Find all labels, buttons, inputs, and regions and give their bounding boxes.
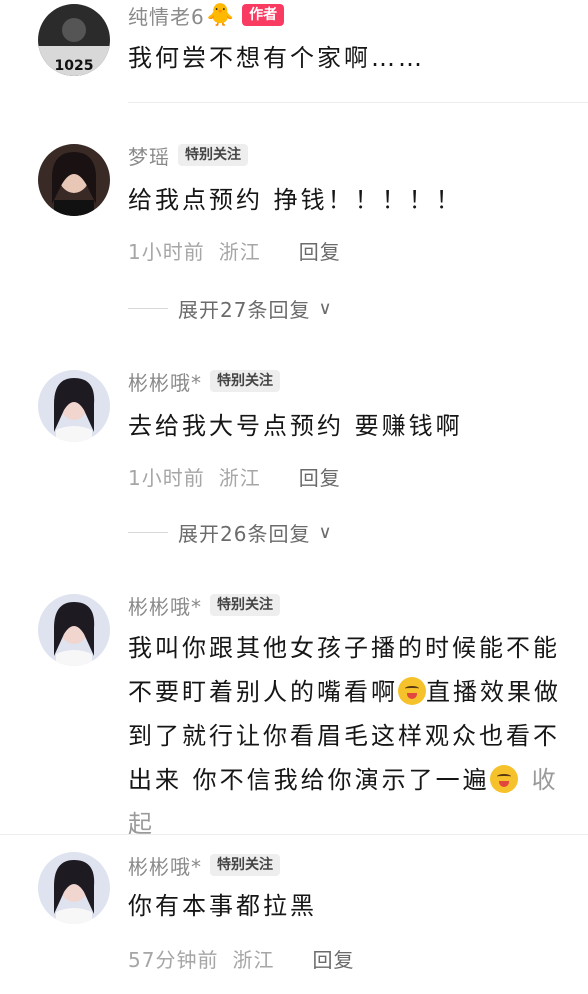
chevron-down-icon: ∨ [318,298,333,319]
tongue-out-emoji-icon [398,677,426,705]
divider-line [128,308,168,309]
comment-text: 去给我大号点预约 要赚钱啊 [128,412,463,440]
avatar[interactable] [38,594,110,666]
avatar[interactable]: 1025 [38,4,110,76]
username[interactable]: 梦瑶 [128,141,170,170]
comment-text: 我何尝不想有个家啊…… [128,44,425,72]
avatar[interactable] [38,144,110,216]
special-follow-tag: 特别关注 [210,594,280,616]
avatar[interactable] [38,852,110,924]
username[interactable]: 彬彬哦* [128,851,202,880]
comment-location: 浙江 [232,948,275,972]
author-tag: 作者 [242,4,285,26]
comment-text: 给我点预约 挣钱！！！！！ [128,186,463,214]
divider-line [128,532,168,533]
reply-button[interactable]: 回复 [299,236,341,265]
chevron-down-icon: ∨ [318,522,333,543]
special-follow-tag: 特别关注 [210,854,280,876]
chick-emoji-icon: 🐥 [206,2,235,28]
svg-text:1025: 1025 [55,58,94,74]
comment-text: 我叫你跟其他女孩子播的时候能不能不要盯着别人的嘴看啊 直播效果做到了就行让你看眉毛… [128,626,582,846]
comment-time: 1小时前 [128,466,205,490]
expand-replies-button[interactable]: 展开27条回复 ∨ [128,294,333,323]
special-follow-tag: 特别关注 [210,370,280,392]
avatar[interactable] [38,370,110,442]
username[interactable]: 纯情老6 [128,1,205,30]
comment-location: 浙江 [218,240,261,264]
comment-text: 你有本事都拉黑 [128,892,317,920]
expand-replies-label: 展开27条回复 [178,298,311,322]
expand-replies-button[interactable]: 展开26条回复 ∨ [128,518,333,547]
comment-location: 浙江 [218,466,261,490]
reply-button[interactable]: 回复 [299,462,341,491]
comment-time: 57分钟前 [128,948,219,972]
comment-time: 1小时前 [128,240,205,264]
username[interactable]: 彬彬哦* [128,367,202,396]
username[interactable]: 彬彬哦* [128,591,202,620]
divider [0,834,588,835]
reply-button[interactable]: 回复 [312,944,354,973]
special-follow-tag: 特别关注 [178,144,248,166]
expand-replies-label: 展开26条回复 [178,522,311,546]
tongue-out-emoji-icon [489,765,518,793]
divider [128,102,588,103]
